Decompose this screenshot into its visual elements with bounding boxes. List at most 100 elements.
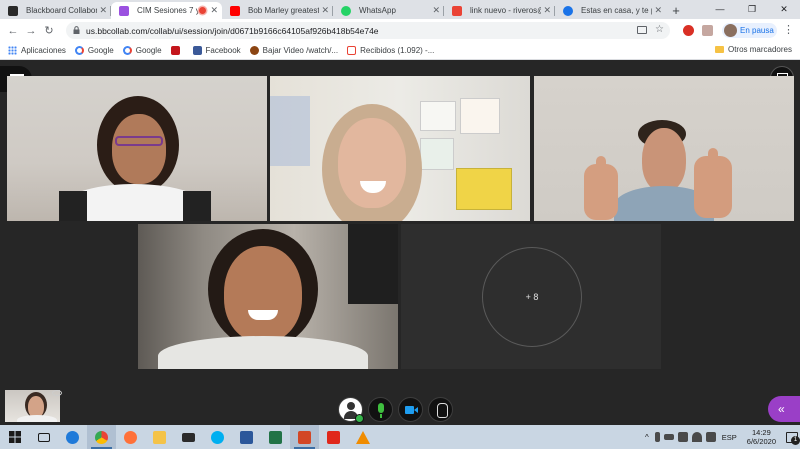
microphone-tray-icon[interactable] bbox=[654, 432, 660, 442]
red-bookmark-icon bbox=[170, 46, 180, 55]
taskbar-firefox[interactable] bbox=[116, 425, 145, 449]
new-tab-button[interactable]: + bbox=[666, 2, 686, 19]
participant-video[interactable] bbox=[7, 76, 267, 221]
close-window-button[interactable]: ✕ bbox=[768, 0, 800, 19]
tab-label: Bob Marley greatest hits bbox=[248, 6, 319, 15]
bookmark-label: Recibidos (1.092) -... bbox=[360, 46, 435, 55]
camera-button[interactable] bbox=[398, 397, 423, 422]
extension-red-icon[interactable] bbox=[683, 25, 694, 36]
bookmark-label: Bajar Video /watch/... bbox=[262, 46, 339, 55]
task-view-button[interactable] bbox=[29, 425, 58, 449]
minimize-button[interactable]: — bbox=[704, 0, 736, 19]
facebook-icon bbox=[192, 46, 202, 55]
participant-video[interactable] bbox=[534, 76, 794, 221]
close-icon[interactable]: ✕ bbox=[432, 5, 440, 16]
taskbar-vlc[interactable] bbox=[348, 425, 377, 449]
volume-icon[interactable] bbox=[705, 432, 716, 442]
windows-start-icon bbox=[8, 431, 21, 443]
bookmarks-bar: Aplicaciones Google Google Facebook Baja… bbox=[0, 42, 800, 60]
taskbar-excel[interactable] bbox=[261, 425, 290, 449]
forward-button[interactable]: → bbox=[22, 25, 40, 37]
battery-icon[interactable] bbox=[663, 434, 674, 440]
bookmark-apps[interactable]: Aplicaciones bbox=[8, 46, 66, 55]
bookmark-facebook[interactable]: Facebook bbox=[192, 46, 241, 55]
clock-time: 14:29 bbox=[752, 428, 771, 437]
participant-video[interactable] bbox=[138, 224, 398, 369]
other-bookmarks-label: Otros marcadores bbox=[727, 45, 792, 54]
bookmark-google-1[interactable]: Google bbox=[74, 46, 114, 55]
tab-youtube[interactable]: Bob Marley greatest hits ✕ bbox=[222, 2, 333, 19]
tab-whatsapp[interactable]: WhatsApp ✕ bbox=[333, 2, 444, 19]
collaborate-session: + 8 « bbox=[0, 60, 800, 425]
reload-button[interactable]: ↻ bbox=[40, 24, 58, 37]
self-video-preview[interactable] bbox=[5, 390, 60, 422]
tab-blackboard[interactable]: Blackboard Collaborate ✕ bbox=[0, 2, 111, 19]
taskbar-edge[interactable] bbox=[58, 425, 87, 449]
whatsapp-favicon-icon bbox=[341, 6, 351, 16]
tab-cim-sesiones[interactable]: CIM Sesiones 7 y 8 ✕ bbox=[111, 2, 222, 19]
folder-icon bbox=[714, 46, 724, 53]
taskbar-skype[interactable] bbox=[203, 425, 232, 449]
close-icon[interactable]: ✕ bbox=[543, 5, 551, 16]
globe-favicon-icon bbox=[563, 6, 573, 16]
eye-icon[interactable] bbox=[52, 390, 62, 396]
taskbar-file-explorer[interactable] bbox=[145, 425, 174, 449]
tab-label: CIM Sesiones 7 y 8 bbox=[137, 6, 199, 15]
close-icon[interactable]: ✕ bbox=[654, 5, 662, 16]
bookmark-star-icon[interactable]: ☆ bbox=[655, 24, 664, 35]
apps-grid-icon bbox=[8, 46, 17, 55]
taskbar-chrome[interactable] bbox=[87, 425, 116, 449]
edge-icon bbox=[66, 430, 79, 444]
language-indicator[interactable]: ESP bbox=[722, 433, 737, 442]
open-collaborate-panel-button[interactable]: « bbox=[768, 396, 800, 422]
clock[interactable]: 14:29 6/6/2020 bbox=[747, 428, 776, 446]
avatar bbox=[724, 24, 737, 37]
bookmark-bajar-video[interactable]: Bajar Video /watch/... bbox=[249, 46, 339, 55]
cast-icon[interactable] bbox=[637, 26, 647, 34]
restore-button[interactable]: ❐ bbox=[736, 0, 768, 19]
display-icon[interactable] bbox=[677, 432, 688, 442]
back-button[interactable]: ← bbox=[4, 25, 22, 37]
start-button[interactable] bbox=[0, 425, 29, 449]
address-bar[interactable]: us.bbcollab.com/collab/ui/session/join/d… bbox=[66, 22, 670, 39]
taskbar-acrobat[interactable] bbox=[319, 425, 348, 449]
word-icon bbox=[240, 430, 253, 444]
microphone-button[interactable] bbox=[368, 397, 393, 422]
google-icon bbox=[74, 46, 84, 55]
my-status-button[interactable] bbox=[338, 397, 364, 423]
extension-icon[interactable] bbox=[702, 25, 713, 36]
browser-toolbar: ← → ↻ us.bbcollab.com/collab/ui/session/… bbox=[0, 19, 800, 42]
session-controls bbox=[338, 397, 453, 423]
more-menu-icon[interactable]: ⋮ bbox=[783, 23, 794, 36]
bookmark-red[interactable] bbox=[170, 46, 184, 55]
windows-taskbar: ^ ESP 14:29 6/6/2020 1 bbox=[0, 425, 800, 449]
tab-label: WhatsApp bbox=[359, 6, 396, 15]
taskbar-mail[interactable] bbox=[174, 425, 203, 449]
close-icon[interactable]: ✕ bbox=[210, 5, 218, 16]
google-icon bbox=[122, 46, 132, 55]
video-icon bbox=[249, 46, 259, 55]
other-bookmarks[interactable]: Otros marcadores bbox=[714, 45, 792, 54]
raise-hand-button[interactable] bbox=[428, 397, 453, 422]
taskbar-powerpoint[interactable] bbox=[290, 425, 319, 449]
powerpoint-icon bbox=[298, 430, 311, 444]
more-participants-button[interactable]: + 8 bbox=[482, 247, 582, 347]
tab-label: Estas en casa, y te prov bbox=[581, 6, 652, 15]
close-icon[interactable]: ✕ bbox=[99, 5, 107, 16]
tab-estas-en-casa[interactable]: Estas en casa, y te prov ✕ bbox=[555, 2, 666, 19]
blackboard-favicon-icon bbox=[8, 6, 18, 16]
tab-gmail[interactable]: link nuevo - riveros@u ✕ bbox=[444, 2, 555, 19]
close-icon[interactable]: ✕ bbox=[321, 5, 329, 16]
lock-icon bbox=[73, 26, 80, 34]
wifi-icon[interactable] bbox=[691, 432, 702, 442]
notification-center-button[interactable]: 1 bbox=[782, 425, 800, 449]
bookmark-google-2[interactable]: Google bbox=[122, 46, 162, 55]
profile-button[interactable]: En pausa bbox=[722, 23, 777, 38]
chevron-up-icon[interactable]: ^ bbox=[645, 433, 649, 442]
youtube-favicon-icon bbox=[230, 6, 240, 16]
taskbar-word[interactable] bbox=[232, 425, 261, 449]
participant-video[interactable] bbox=[270, 76, 530, 221]
bookmark-gmail[interactable]: Recibidos (1.092) -... bbox=[347, 46, 434, 55]
tab-label: Blackboard Collaborate bbox=[26, 6, 97, 15]
more-participants-count: + 8 bbox=[525, 292, 539, 302]
